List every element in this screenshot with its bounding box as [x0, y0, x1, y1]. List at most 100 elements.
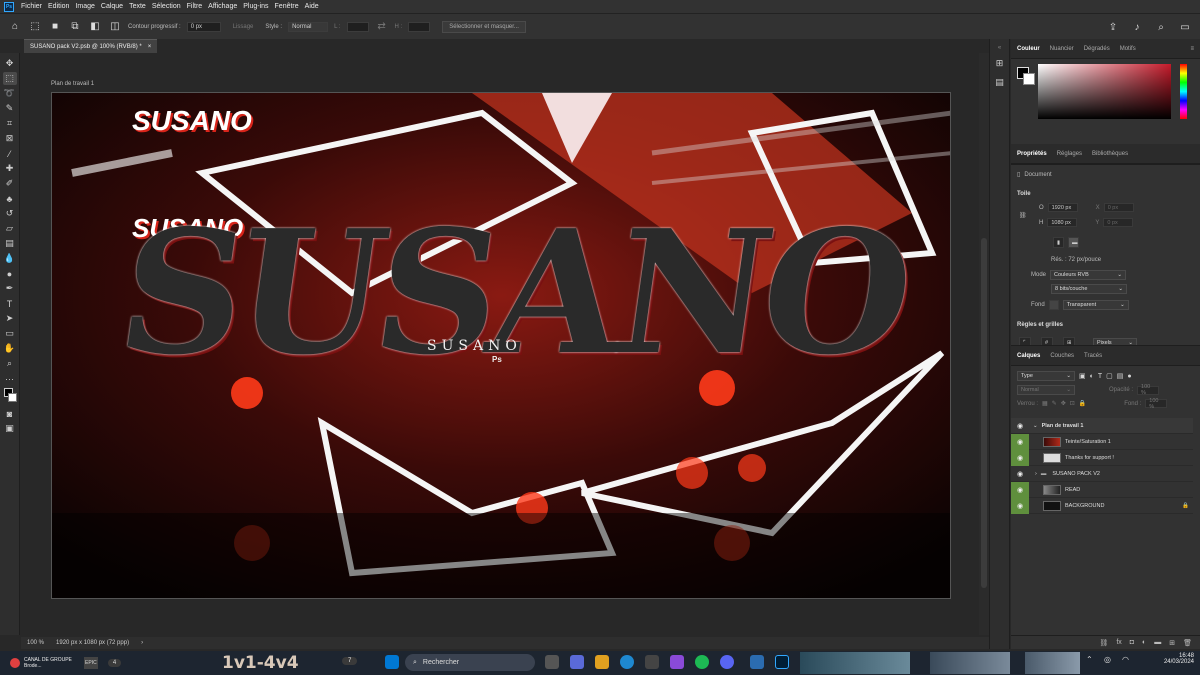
blend-mode-select[interactable]: Normal ⌄: [1017, 385, 1075, 395]
color-picker-field[interactable]: [1038, 64, 1171, 119]
gradient-tool-icon[interactable]: ▤: [3, 237, 17, 250]
windows-start-icon[interactable]: [385, 655, 399, 669]
store-icon[interactable]: [645, 655, 659, 669]
lock-position-icon[interactable]: ✥: [1061, 400, 1066, 407]
add-mask-icon[interactable]: ◘: [1130, 639, 1134, 646]
badge-one[interactable]: 4: [107, 659, 122, 667]
menu-selection[interactable]: Sélection: [149, 3, 184, 10]
opacity-input[interactable]: 100 %: [1137, 384, 1160, 396]
menu-fenetre[interactable]: Fenêtre: [272, 3, 302, 10]
tray-app-icon[interactable]: ◎: [1104, 655, 1118, 669]
filter-pixel-icon[interactable]: ▣: [1079, 372, 1086, 380]
filter-adjust-icon[interactable]: ◐: [1090, 373, 1094, 380]
layer-row-thanks[interactable]: ◉ Thanks for support !: [1011, 449, 1193, 466]
edge-icon[interactable]: [620, 655, 634, 669]
zoom-tool-icon[interactable]: ⌕: [3, 357, 17, 370]
path-selection-tool-icon[interactable]: ➤: [3, 312, 17, 325]
artboard-label[interactable]: Plan de travail 1: [51, 81, 94, 87]
menu-texte[interactable]: Texte: [126, 3, 149, 10]
tab-couleur[interactable]: Couleur: [1017, 46, 1040, 52]
canvas-y-input[interactable]: 0 px: [1103, 218, 1134, 227]
marquee-tool-icon[interactable]: ⬚: [2, 72, 17, 85]
lock-artboard-icon[interactable]: ⊡: [1070, 400, 1075, 407]
visibility-eye-icon[interactable]: ◉: [1011, 418, 1029, 434]
visibility-eye-icon[interactable]: ◉: [1011, 466, 1029, 482]
menu-image[interactable]: Image: [72, 3, 97, 10]
taskbar-clock[interactable]: 16:48 24/03/2024: [1164, 653, 1194, 665]
frame-tool-icon[interactable]: ⊠: [3, 132, 17, 145]
layer-row-group[interactable]: ◉ › ▬ SUSANO PACK V2: [1011, 466, 1193, 482]
healing-brush-tool-icon[interactable]: ✚: [3, 162, 17, 175]
tab-traces[interactable]: Tracés: [1084, 353, 1102, 359]
rectangle-tool-icon[interactable]: ▭: [3, 327, 17, 340]
clone-stamp-tool-icon[interactable]: ♣: [3, 192, 17, 205]
brush-tool-icon[interactable]: ✐: [3, 177, 17, 190]
antialias-checkbox-label[interactable]: Lissage: [233, 24, 254, 30]
photoshop-logo-icon[interactable]: Ps: [4, 1, 14, 12]
menu-edition[interactable]: Edition: [45, 3, 72, 10]
badge-two[interactable]: 7: [342, 657, 358, 665]
link-dimensions-icon[interactable]: ⛓: [1019, 212, 1027, 219]
discord-icon[interactable]: [720, 655, 734, 669]
filter-type-icon[interactable]: T: [1098, 373, 1102, 380]
tab-degrades[interactable]: Dégradés: [1084, 46, 1110, 52]
taskbar-widget-image-3[interactable]: [1025, 652, 1080, 674]
taskbar-score-text[interactable]: 1v1-4v4: [222, 653, 299, 673]
app-icon-2[interactable]: [750, 655, 764, 669]
wifi-icon[interactable]: ◠: [1122, 655, 1136, 669]
quick-selection-tool-icon[interactable]: ✎: [3, 102, 17, 115]
more-tools-icon[interactable]: ···: [3, 372, 17, 385]
visibility-eye-icon[interactable]: ◉: [1011, 481, 1029, 498]
menu-calque[interactable]: Calque: [98, 3, 126, 10]
vertical-scrollbar[interactable]: [979, 53, 989, 635]
new-selection-icon[interactable]: ■: [48, 20, 62, 34]
photoshop-taskbar-icon[interactable]: [775, 655, 789, 669]
close-tab-icon[interactable]: ×: [148, 44, 152, 50]
style-select[interactable]: Normal: [288, 21, 329, 32]
canvas-width-input[interactable]: 1920 px: [1047, 203, 1078, 212]
document-info[interactable]: 1920 px x 1080 px (72 ppp): [56, 640, 129, 646]
tab-proprietes[interactable]: Propriétés: [1017, 151, 1047, 157]
canvas-height-input[interactable]: 1080 px: [1047, 218, 1078, 227]
layer-row-teinte[interactable]: ◉ Teinte/Saturation 1: [1011, 433, 1193, 450]
swap-dimensions-icon[interactable]: ⇄: [375, 20, 389, 34]
home-icon[interactable]: ⌂: [8, 20, 22, 34]
history-panel-icon[interactable]: ⊞: [993, 57, 1007, 70]
expand-chevron-icon[interactable]: ⌄: [1033, 423, 1038, 429]
panel-menu-icon[interactable]: ≡: [1190, 46, 1194, 52]
document-tab[interactable]: SUSANO pack V2.psb @ 100% (RVB/8) * ×: [24, 39, 158, 53]
layer-row-background[interactable]: ◉ BACKGROUND 🔒: [1011, 497, 1193, 514]
add-selection-icon[interactable]: ⧉: [68, 20, 82, 34]
menu-filtre[interactable]: Filtre: [184, 3, 206, 10]
foreground-background-colors-icon[interactable]: [3, 387, 17, 405]
menu-aide[interactable]: Aide: [302, 3, 322, 10]
filter-shape-icon[interactable]: ▢: [1106, 372, 1113, 380]
portrait-orientation-icon[interactable]: ▮: [1053, 237, 1064, 248]
workspace-icon[interactable]: ▭: [1178, 20, 1192, 34]
comments-panel-icon[interactable]: ▤: [993, 76, 1007, 89]
search-icon[interactable]: ⌕: [1154, 20, 1168, 34]
background-color-swatch[interactable]: [1023, 73, 1035, 85]
filter-smart-icon[interactable]: ▤: [1117, 372, 1124, 380]
select-and-mask-button[interactable]: Sélectionner et masquer...: [442, 20, 526, 33]
visibility-eye-icon[interactable]: ◉: [1011, 449, 1029, 466]
quick-mask-icon[interactable]: ◙: [3, 407, 17, 420]
visibility-eye-icon[interactable]: ◉: [1011, 497, 1029, 514]
canvas-section-header[interactable]: Toile: [1017, 191, 1031, 197]
layer-filter-select[interactable]: Type ⌄: [1017, 371, 1075, 381]
lock-all-icon[interactable]: 🔒: [1079, 400, 1086, 407]
tab-couches[interactable]: Couches: [1050, 353, 1074, 359]
eraser-tool-icon[interactable]: ▱: [3, 222, 17, 235]
canvas-area[interactable]: Plan de travail 1 SUSANO SUSANO SUSANO S…: [21, 53, 989, 644]
app-icon-1[interactable]: [670, 655, 684, 669]
tray-chevron-icon[interactable]: ⌃: [1086, 655, 1100, 669]
visibility-eye-icon[interactable]: ◉: [1011, 433, 1029, 450]
notifications-icon[interactable]: ♪: [1130, 20, 1144, 34]
lock-transparent-icon[interactable]: ▦: [1042, 400, 1048, 407]
tab-calques[interactable]: Calques: [1017, 353, 1040, 359]
screen-mode-icon[interactable]: ▣: [3, 422, 17, 435]
spotify-icon[interactable]: [695, 655, 709, 669]
menu-fichier[interactable]: Fichier: [18, 3, 45, 10]
feather-input[interactable]: 0 px: [186, 21, 221, 32]
menu-affichage[interactable]: Affichage: [205, 3, 240, 10]
